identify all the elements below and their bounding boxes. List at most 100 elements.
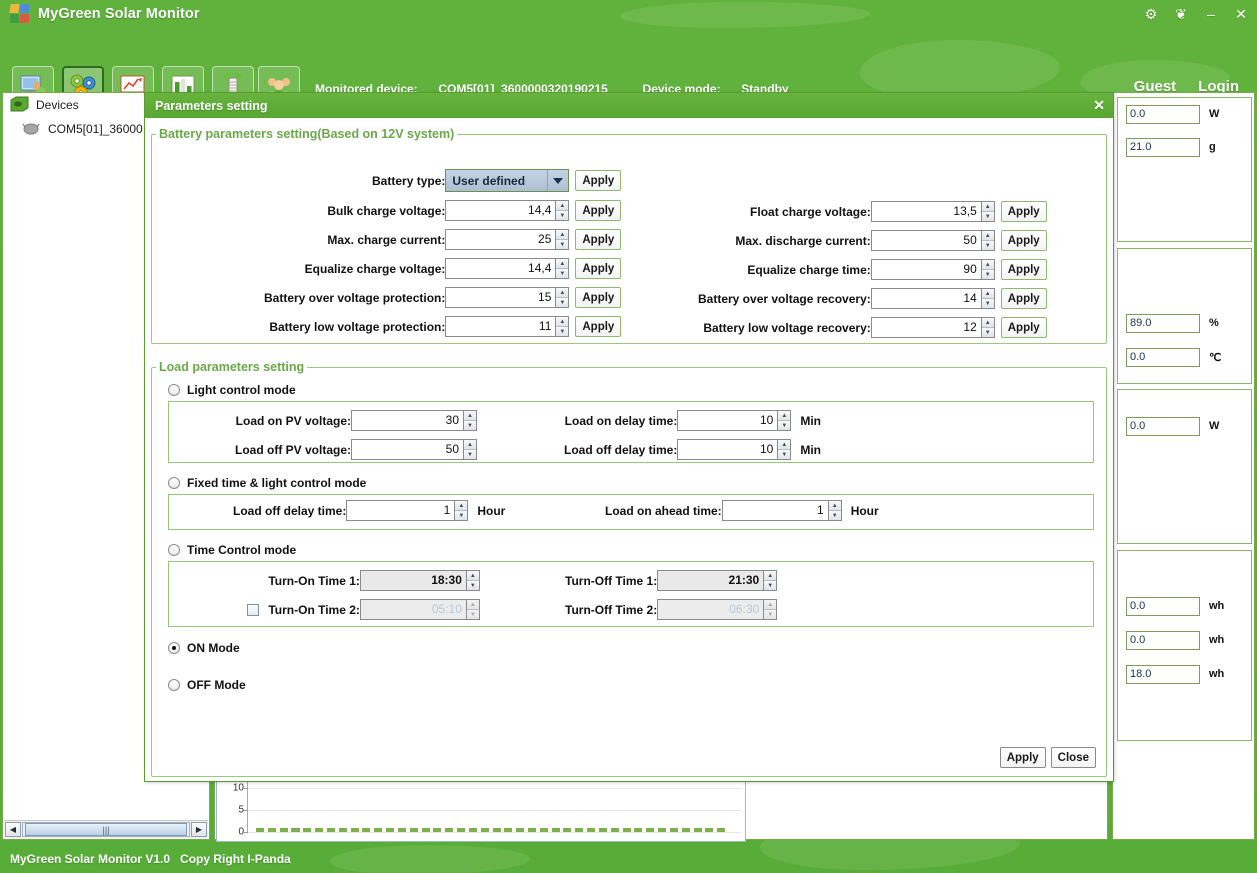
stepper-down-icon[interactable]: ▼ — [982, 299, 994, 308]
apply-battery-low-voltage-protection-button[interactable]: Apply — [575, 316, 621, 337]
turn-on-time-2-input[interactable]: 05:10 — [360, 599, 466, 620]
dialog-close-icon[interactable]: ✕ — [1093, 96, 1105, 114]
off-mode-option[interactable]: OFF Mode — [168, 678, 1106, 692]
turn-on-time-1-input[interactable]: 18:30 — [360, 570, 466, 591]
stepper-buttons[interactable]: ▲▼ — [555, 258, 569, 279]
stepper-up-icon[interactable]: ▲ — [464, 440, 476, 450]
stepper-up-icon[interactable]: ▲ — [556, 259, 568, 269]
stepper-down-icon[interactable]: ▼ — [556, 240, 568, 249]
fixed-time-mode-radio[interactable] — [168, 477, 180, 489]
stepper-buttons[interactable]: ▲▼ — [981, 230, 995, 251]
light-control-mode-radio[interactable] — [168, 384, 180, 396]
load-on-pv-voltage-stepper[interactable]: 30 ▲▼ — [351, 410, 477, 431]
off-mode-radio[interactable] — [168, 679, 180, 691]
dialog-apply-button[interactable]: Apply — [1000, 747, 1046, 768]
stepper-buttons[interactable]: ▲▼ — [777, 410, 791, 431]
chevron-down-icon[interactable] — [547, 170, 568, 191]
apply-battery-over-voltage-protection-button[interactable]: Apply — [575, 287, 621, 308]
stepper-down-icon[interactable]: ▼ — [556, 269, 568, 278]
max-charge-current-input[interactable]: 25 — [445, 229, 555, 250]
time-control-mode-option[interactable]: Time Control mode — [168, 543, 1106, 557]
battery-over-voltage-recovery-stepper[interactable]: 14 ▲▼ — [871, 288, 995, 309]
apply-battery-over-voltage-recovery-button[interactable]: Apply — [1001, 288, 1047, 309]
turn-on-time-1-stepper[interactable]: 18:30 ▲▼ — [360, 570, 480, 591]
battery-over-voltage-protection-input[interactable]: 15 — [445, 287, 555, 308]
time-control-mode-radio[interactable] — [168, 544, 180, 556]
stepper-up-icon[interactable]: ▲ — [556, 201, 568, 211]
stepper-up-icon[interactable]: ▲ — [464, 411, 476, 421]
stepper-down-icon[interactable]: ▼ — [556, 211, 568, 220]
stepper-up-icon[interactable]: ▲ — [982, 318, 994, 328]
bulk-charge-voltage-stepper[interactable]: 14,4 ▲▼ — [445, 200, 569, 221]
stepper-up-icon[interactable]: ▲ — [556, 317, 568, 327]
battery-low-voltage-recovery-stepper[interactable]: 12 ▲▼ — [871, 317, 995, 338]
fixed-time-mode-option[interactable]: Fixed time & light control mode — [168, 476, 1106, 490]
equalize-charge-time-input[interactable]: 90 — [871, 259, 981, 280]
battery-over-voltage-recovery-input[interactable]: 14 — [871, 288, 981, 309]
stepper-up-icon[interactable]: ▲ — [982, 260, 994, 270]
stepper-down-icon[interactable]: ▼ — [829, 511, 841, 520]
stepper-buttons[interactable]: ▲▼ — [555, 287, 569, 308]
turn-on-time-2-checkbox[interactable] — [247, 604, 259, 616]
battery-low-voltage-protection-input[interactable]: 11 — [445, 316, 555, 337]
stepper-down-icon[interactable]: ▼ — [982, 241, 994, 250]
stepper-buttons[interactable]: ▲▼ — [828, 500, 842, 521]
stepper-buttons[interactable]: ▲▼ — [981, 288, 995, 309]
battery-low-voltage-protection-stepper[interactable]: 11 ▲▼ — [445, 316, 569, 337]
stepper-down-icon[interactable]: ▼ — [455, 511, 467, 520]
max-charge-current-stepper[interactable]: 25 ▲▼ — [445, 229, 569, 250]
bulk-charge-voltage-input[interactable]: 14,4 — [445, 200, 555, 221]
stepper-buttons[interactable]: ▲▼ — [763, 599, 777, 620]
load-off-delay-time-input[interactable]: 10 — [677, 439, 777, 460]
on-mode-option[interactable]: ON Mode — [168, 641, 1106, 655]
turn-off-time-2-stepper[interactable]: 06:30 ▲▼ — [657, 599, 777, 620]
close-window-button[interactable]: ✕ — [1233, 7, 1249, 21]
scroll-left-arrow[interactable]: ◀ — [5, 822, 21, 837]
stepper-up-icon[interactable]: ▲ — [764, 600, 776, 610]
scrollbar-track[interactable]: ||| — [22, 822, 190, 837]
stepper-down-icon[interactable]: ▼ — [778, 421, 790, 430]
load-on-pv-voltage-input[interactable]: 30 — [351, 410, 463, 431]
turn-off-time-1-input[interactable]: 21:30 — [657, 570, 763, 591]
stepper-down-icon[interactable]: ▼ — [556, 327, 568, 336]
equalize-charge-voltage-input[interactable]: 14,4 — [445, 258, 555, 279]
load-on-delay-time-stepper[interactable]: 10 ▲▼ — [677, 410, 791, 431]
dialog-close-button[interactable]: Close — [1051, 747, 1096, 768]
fixed-load-off-delay-stepper[interactable]: 1 ▲▼ — [346, 500, 468, 521]
max-discharge-current-stepper[interactable]: 50 ▲▼ — [871, 230, 995, 251]
minimize-button[interactable]: – — [1203, 7, 1219, 21]
apply-equalize-charge-voltage-button[interactable]: Apply — [575, 258, 621, 279]
stepper-up-icon[interactable]: ▲ — [764, 571, 776, 581]
stepper-buttons[interactable]: ▲▼ — [466, 570, 480, 591]
stepper-down-icon[interactable]: ▼ — [467, 610, 479, 619]
stepper-down-icon[interactable]: ▼ — [764, 581, 776, 590]
stepper-buttons[interactable]: ▲▼ — [555, 229, 569, 250]
battery-low-voltage-recovery-input[interactable]: 12 — [871, 317, 981, 338]
stepper-down-icon[interactable]: ▼ — [982, 212, 994, 221]
stepper-up-icon[interactable]: ▲ — [982, 231, 994, 241]
stepper-down-icon[interactable]: ▼ — [467, 581, 479, 590]
apply-max-discharge-current-button[interactable]: Apply — [1001, 230, 1047, 251]
load-on-ahead-time-input[interactable]: 1 — [722, 500, 828, 521]
stepper-up-icon[interactable]: ▲ — [829, 501, 841, 511]
stepper-buttons[interactable]: ▲▼ — [981, 317, 995, 338]
battery-over-voltage-protection-stepper[interactable]: 15 ▲▼ — [445, 287, 569, 308]
stepper-down-icon[interactable]: ▼ — [464, 421, 476, 430]
stepper-down-icon[interactable]: ▼ — [982, 270, 994, 279]
stepper-up-icon[interactable]: ▲ — [778, 440, 790, 450]
stepper-down-icon[interactable]: ▼ — [982, 328, 994, 337]
tree-horizontal-scrollbar[interactable]: ◀ ||| ▶ — [4, 820, 208, 838]
apply-equalize-charge-time-button[interactable]: Apply — [1001, 259, 1047, 280]
battery-type-select[interactable]: User defined — [445, 169, 569, 192]
load-on-delay-time-input[interactable]: 10 — [677, 410, 777, 431]
stepper-up-icon[interactable]: ▲ — [778, 411, 790, 421]
stepper-buttons[interactable]: ▲▼ — [777, 439, 791, 460]
equalize-charge-voltage-stepper[interactable]: 14,4 ▲▼ — [445, 258, 569, 279]
turn-off-time-2-input[interactable]: 06:30 — [657, 599, 763, 620]
float-charge-voltage-input[interactable]: 13,5 — [871, 201, 981, 222]
scroll-right-arrow[interactable]: ▶ — [191, 822, 207, 837]
stepper-up-icon[interactable]: ▲ — [467, 571, 479, 581]
on-mode-radio[interactable] — [168, 642, 180, 654]
fixed-load-off-delay-input[interactable]: 1 — [346, 500, 454, 521]
apply-float-charge-voltage-button[interactable]: Apply — [1001, 201, 1047, 222]
